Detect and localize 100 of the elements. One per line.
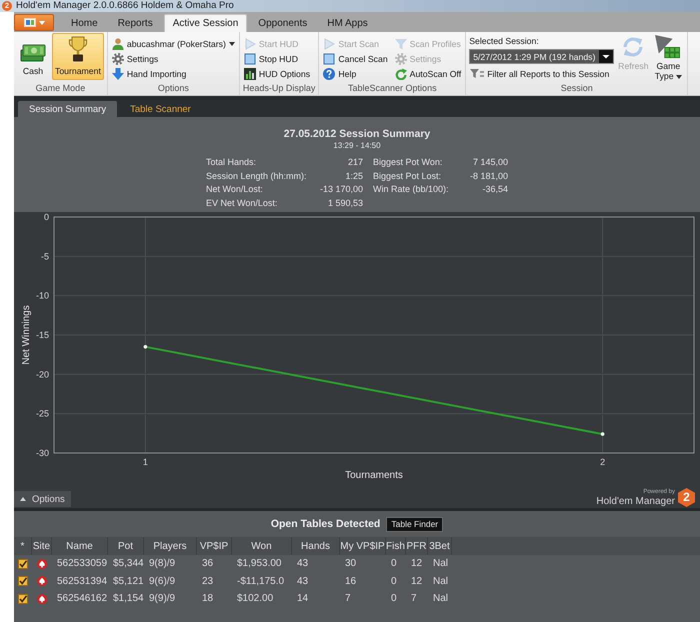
column-header: My VP$IP	[340, 537, 386, 555]
table-cell-text: Nal	[432, 558, 450, 570]
stat-label: Net Won/Lost:	[206, 184, 264, 194]
table-cell-text: 7	[410, 593, 418, 604]
stat-value: 1:25	[344, 170, 363, 181]
ribbon-button[interactable]: abucashmar (PokerStars)	[110, 36, 236, 51]
session-select[interactable]: 5/27/2012 1:29 PM (192 hands)	[469, 49, 614, 64]
table-cell-text: 12	[410, 558, 424, 570]
time-range: 13:29 - 14:50	[333, 141, 381, 151]
ribbon-button[interactable]: Settings	[110, 51, 236, 66]
stat-label: EV Net Won/Lost:	[206, 198, 278, 208]
stat-label: Win Rate (bb/100):	[373, 184, 450, 194]
group-label: TableScanner Options	[347, 82, 438, 95]
table-cell-text: $1,154	[112, 593, 144, 604]
user-icon	[112, 38, 124, 50]
stat-label: Biggest Pot Won:	[373, 156, 444, 167]
ribbon-button[interactable]: Cancel Scan	[322, 51, 389, 66]
table-finder-button[interactable]: Table Finder	[386, 516, 444, 532]
axis-tick-label: 1	[142, 457, 148, 467]
stat-label: Total Hands:	[206, 156, 258, 167]
table-cell-text: 0	[390, 593, 398, 604]
game-type-button[interactable]: Game Type	[652, 33, 684, 81]
stop-icon	[244, 52, 256, 64]
column-header: Won	[232, 537, 292, 555]
play-icon	[244, 38, 256, 50]
caret-up-icon	[20, 497, 26, 501]
stat-value: -13 170,00	[318, 184, 363, 194]
column-header: Players	[144, 537, 197, 555]
group-label: Session	[560, 82, 594, 95]
panel-title: Open Tables Detected	[270, 518, 380, 530]
column-header: 3Bet	[428, 537, 452, 555]
brand-logo: 2	[678, 488, 695, 507]
checkbox[interactable]	[18, 576, 28, 586]
group-label: Game Mode	[34, 82, 86, 95]
mode-button[interactable]: Tournament	[52, 33, 104, 80]
column-header: Pot	[108, 537, 144, 555]
ribbon-tab[interactable]: Home	[62, 14, 107, 32]
column-header: Fish	[386, 537, 406, 555]
ribbon-button[interactable]: AutoScan Off	[394, 66, 462, 81]
mode-button[interactable]: Cash	[17, 33, 49, 80]
document-tab[interactable]: Table Scanner	[119, 101, 202, 117]
gear-icon	[394, 52, 407, 64]
axis-tick-label: -15	[36, 330, 49, 340]
gear-icon	[112, 52, 124, 64]
axis-tick-label: 0	[44, 212, 49, 222]
filter-icon	[470, 68, 484, 79]
table-cell-text: 18	[201, 593, 214, 604]
ribbon-tab[interactable]: Active Session	[164, 14, 248, 32]
stop-icon	[323, 52, 336, 64]
axis-title: Net Winnings	[21, 305, 32, 365]
stat-label: Session Length (hh:mm):	[206, 170, 308, 181]
ribbon-tab[interactable]: HM Apps	[318, 14, 377, 32]
group-label: Options	[156, 82, 190, 95]
table-cell-text: 43	[296, 558, 310, 570]
caret-icon	[38, 20, 44, 24]
app-menu-button[interactable]	[14, 14, 54, 31]
options-button[interactable]: Options	[14, 491, 71, 507]
axis-tick-label: 2	[600, 457, 606, 467]
table-cell-text: 36	[201, 558, 214, 570]
axis-tick-label: -25	[36, 408, 49, 419]
column-header: Name	[52, 537, 108, 555]
document-tab[interactable]: Session Summary	[18, 101, 118, 117]
table-cell-text: 43	[296, 576, 310, 587]
table-cell-text: Nal	[432, 576, 450, 587]
column-header: Site	[32, 537, 52, 555]
table-cell-text: 562533059	[56, 558, 108, 570]
down-arrow-icon	[112, 68, 124, 80]
axis-tick-label: -20	[36, 369, 49, 380]
axis-tick-label: -10	[36, 290, 49, 301]
spade-icon	[37, 558, 47, 569]
window-title: Hold'em Manager 2.0.0.6866 Holdem & Omaha Pro	[16, 0, 234, 12]
money-icon	[20, 44, 46, 62]
summary-title: 27.05.2012 Session Summary	[284, 128, 430, 140]
caret-icon	[228, 42, 235, 46]
ribbon-button[interactable]: Stop HUD	[242, 51, 316, 66]
chart-icon	[244, 68, 256, 80]
table-cell-text: 14	[296, 593, 310, 604]
axis-tick-label: -30	[36, 448, 49, 458]
column-header: Hands	[292, 537, 340, 555]
grid-icon	[655, 35, 682, 59]
table-cell-text: $1,953.00	[236, 558, 282, 570]
table-cell-text: 0	[390, 558, 398, 570]
table-cell-text: 9(8)/9	[148, 558, 176, 570]
play-icon	[323, 38, 336, 50]
checkbox[interactable]	[18, 594, 28, 604]
ribbon-tab[interactable]: Opponents	[249, 14, 316, 32]
ribbon-button[interactable]: Help	[322, 66, 389, 81]
brand-name: Hold'em Manager	[596, 496, 675, 506]
ribbon-button[interactable]: Hand Importing	[110, 66, 236, 81]
filter-button[interactable]: Filter all Reports to this Session	[469, 66, 614, 81]
data-point	[144, 345, 148, 349]
stat-value: -36,54	[481, 184, 508, 194]
checkbox[interactable]	[18, 558, 28, 569]
column-header: PFR	[406, 537, 428, 555]
table-cell-text: 9(6)/9	[148, 576, 176, 587]
ribbon-tab[interactable]: Reports	[108, 14, 162, 32]
table-cell-text: -$11,175.0	[236, 576, 286, 587]
ribbon-button[interactable]: HUD Options	[242, 66, 316, 81]
data-point	[600, 432, 604, 436]
caret-icon	[676, 74, 682, 79]
